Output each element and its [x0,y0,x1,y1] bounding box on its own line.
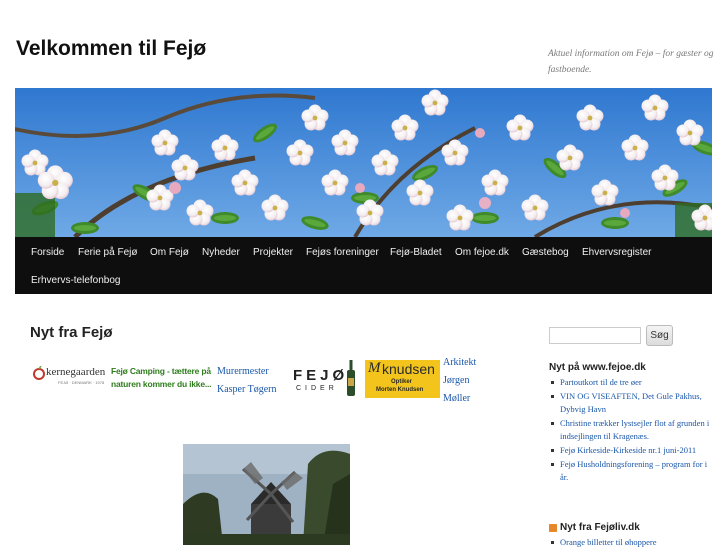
sponsor-arkitekt-link[interactable]: Arkitekt [443,357,476,368]
list-item: Orange billetter til øhoppere [549,536,714,549]
sponsor-knudsen-logo[interactable]: M knudsen Optiker Morten Knudsen [365,360,440,398]
nav-item-om-fejo[interactable]: Om Fejø [150,247,189,258]
search-button[interactable]: Søg [646,325,673,346]
camping-line-1: Fejø Camping - tættere på [111,366,211,376]
knudsen-line-1: Optiker [391,379,413,385]
camping-line-2: naturen kommer du ikke... [111,379,212,389]
widget-list-fejoliv: Orange billetter til øhoppere [549,536,714,550]
windmill-photo [183,444,350,545]
news-link[interactable]: Fejø Husholdningsforening – program for … [560,459,707,482]
kernegaarden-tagline: FEJØ · DENMARK · 1978 [58,380,105,385]
search-input[interactable] [549,327,641,344]
nav-item-ferie[interactable]: Ferie på Fejø [78,247,137,258]
cider-top-word: FEJØ [293,367,349,384]
apple-icon [33,366,45,380]
news-link[interactable]: Christine trækker lystsejler flot af gru… [560,418,709,441]
site-title[interactable]: Velkommen til Fejø [16,37,206,61]
sponsor-murermester-name-link[interactable]: Kasper Tøgern [217,384,277,395]
widget-title-fejoe: Nyt på www.fejoe.dk [549,362,646,373]
content-heading: Nyt fra Fejø [30,324,113,341]
sponsor-arkitekt-surname-link[interactable]: Møller [443,393,470,404]
windmill-picture [183,444,350,545]
nav-item-om-fejoe-dk[interactable]: Om fejoe.dk [455,247,509,258]
site-description: Aktuel information om Fejø – for gæster … [548,49,714,75]
bottle-icon [347,360,355,396]
cider-bottom-word: CIDER [296,385,338,392]
sponsor-fejo-cider-logo[interactable]: FEJØ CIDER [293,360,358,398]
sponsor-camping-banner[interactable]: Fejø Camping - tættere på naturen kommer… [110,364,212,394]
nav-item-ehvervsregister[interactable]: Ehvervsregister [582,247,651,258]
sponsor-murermester-link[interactable]: Murermester [217,366,269,377]
header-banner-image [15,88,712,237]
list-item: Fejø Kirkeside-Kirkeside nr.1 juni-2011 [549,444,714,457]
sponsor-kernegaarden-logo[interactable]: kernegaarden FEJØ · DENMARK · 1978 [30,363,108,387]
knudsen-m-icon: M [368,360,381,376]
nav-item-fejo-bladet[interactable]: Fejø-Bladet [390,247,442,258]
knudsen-line-2: Morten Knudsen [376,387,424,393]
widget-title-fejoliv[interactable]: Nyt fra Fejøliv.dk [560,522,640,533]
nav-item-foreninger[interactable]: Fejøs foreninger [306,247,379,258]
news-link[interactable]: Partoutkort til de tre øer [560,377,642,387]
news-link[interactable]: VIN OG VISEAFTEN, Det Gule Pakhus, Dybvi… [560,391,702,414]
sponsor-arkitekt-name-link[interactable]: Jørgen [443,375,469,386]
main-navigation: Forside Ferie på Fejø Om Fejø Nyheder Pr… [15,237,712,294]
rss-icon[interactable] [549,524,557,532]
list-item: VIN OG VISEAFTEN, Det Gule Pakhus, Dybvi… [549,390,714,416]
list-item: Fejø Husholdningsforening – program for … [549,458,714,484]
apple-blossom-picture [15,88,712,237]
kernegaarden-name: kernegaarden [46,366,106,378]
nav-item-nyheder[interactable]: Nyheder [202,247,240,258]
news-link[interactable]: Orange billetter til øhoppere [560,537,657,547]
news-link[interactable]: Fejø Kirkeside-Kirkeside nr.1 juni-2011 [560,445,696,455]
nav-item-projekter[interactable]: Projekter [253,247,293,258]
list-item: Partoutkort til de tre øer [549,376,714,389]
knudsen-name: knudsen [382,361,435,377]
nav-item-gaestebog[interactable]: Gæstebog [522,247,569,258]
list-item: Christine trækker lystsejler flot af gru… [549,417,714,443]
nav-item-erhvervs-telefonbog[interactable]: Erhvervs-telefonbog [31,275,121,286]
nav-item-forside[interactable]: Forside [31,247,64,258]
widget-list-fejoe: Partoutkort til de tre øer VIN OG VISEAF… [549,376,714,485]
